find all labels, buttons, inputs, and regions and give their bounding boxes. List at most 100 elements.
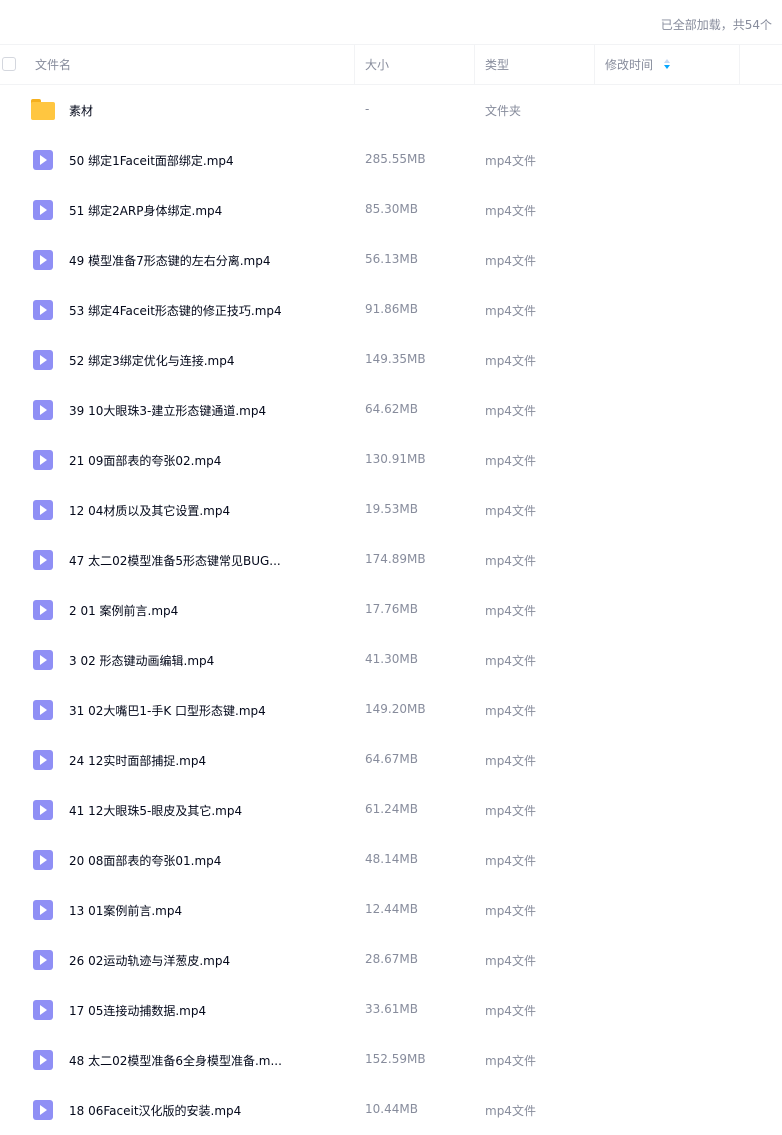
file-name[interactable]: 47 太二02模型准备5形态键常见BUG... [69,552,281,569]
file-size: - [365,102,370,116]
file-size: 61.24MB [365,802,418,816]
file-name[interactable]: 13 01案例前言.mp4 [69,902,182,919]
file-size: 149.35MB [365,352,426,366]
load-status-text: 已全部加载，共54个 [660,18,772,32]
file-size: 91.86MB [365,302,418,316]
file-name[interactable]: 50 绑定1Faceit面部绑定.mp4 [69,152,234,169]
file-name[interactable]: 3 02 形态键动画编辑.mp4 [69,652,214,669]
column-header-size[interactable]: 大小 [365,45,389,85]
file-row[interactable]: 24 12实时面部捕捉.mp4 64.67MB mp4文件 [0,735,782,785]
file-row[interactable]: 18 06Faceit汉化版的安装.mp4 10.44MB mp4文件 [0,1085,782,1135]
file-name[interactable]: 26 02运动轨迹与洋葱皮.mp4 [69,952,230,969]
file-row[interactable]: 48 太二02模型准备6全身模型准备.m... 152.59MB mp4文件 [0,1035,782,1085]
file-size: 174.89MB [365,552,426,566]
file-type: mp4文件 [485,954,536,968]
file-type: mp4文件 [485,854,536,868]
file-row[interactable]: 49 模型准备7形态键的左右分离.mp4 56.13MB mp4文件 [0,235,782,285]
file-size: 152.59MB [365,1052,426,1066]
file-row[interactable]: 2 01 案例前言.mp4 17.76MB mp4文件 [0,585,782,635]
video-file-icon [33,900,53,920]
file-name[interactable]: 53 绑定4Faceit形态键的修正技巧.mp4 [69,302,282,319]
file-name[interactable]: 49 模型准备7形态键的左右分离.mp4 [69,252,270,269]
file-row[interactable]: 53 绑定4Faceit形态键的修正技巧.mp4 91.86MB mp4文件 [0,285,782,335]
file-name[interactable]: 2 01 案例前言.mp4 [69,602,178,619]
file-row[interactable]: 20 08面部表的夸张01.mp4 48.14MB mp4文件 [0,835,782,885]
file-type: mp4文件 [485,704,536,718]
video-file-icon [33,1100,53,1120]
video-file-icon [33,1000,53,1020]
video-file-icon [33,150,53,170]
file-row[interactable]: 51 绑定2ARP身体绑定.mp4 85.30MB mp4文件 [0,185,782,235]
file-row[interactable]: 3 02 形态键动画编辑.mp4 41.30MB mp4文件 [0,635,782,685]
file-type: mp4文件 [485,154,536,168]
video-file-icon [33,600,53,620]
file-name[interactable]: 51 绑定2ARP身体绑定.mp4 [69,202,222,219]
file-name[interactable]: 20 08面部表的夸张01.mp4 [69,852,221,869]
file-row[interactable]: 41 12大眼珠5-眼皮及其它.mp4 61.24MB mp4文件 [0,785,782,835]
file-row[interactable]: 52 绑定3绑定优化与连接.mp4 149.35MB mp4文件 [0,335,782,385]
column-divider[interactable] [474,45,475,85]
file-size: 64.62MB [365,402,418,416]
file-row[interactable]: 39 10大眼珠3-建立形态键通道.mp4 64.62MB mp4文件 [0,385,782,435]
file-row[interactable]: 12 04材质以及其它设置.mp4 19.53MB mp4文件 [0,485,782,535]
file-type: mp4文件 [485,254,536,268]
file-size: 10.44MB [365,1102,418,1116]
file-size: 85.30MB [365,202,418,216]
file-name[interactable]: 48 太二02模型准备6全身模型准备.m... [69,1052,282,1069]
file-type: mp4文件 [485,454,536,468]
file-size: 28.67MB [365,952,418,966]
file-type: mp4文件 [485,1054,536,1068]
file-name[interactable]: 12 04材质以及其它设置.mp4 [69,502,230,519]
video-file-icon [33,700,53,720]
file-row[interactable]: 26 02运动轨迹与洋葱皮.mp4 28.67MB mp4文件 [0,935,782,985]
file-row[interactable]: 47 太二02模型准备5形态键常见BUG... 174.89MB mp4文件 [0,535,782,585]
column-divider[interactable] [739,45,740,85]
file-type: mp4文件 [485,304,536,318]
file-name[interactable]: 41 12大眼珠5-眼皮及其它.mp4 [69,802,242,819]
file-type: 文件夹 [485,104,522,118]
file-list: 素材 - 文件夹 50 绑定1Faceit面部绑定.mp4 285.55MB mp4文件 5… [0,85,782,1135]
column-header-type[interactable]: 类型 [485,45,509,85]
file-type: mp4文件 [485,504,536,518]
column-divider[interactable] [354,45,355,85]
file-row[interactable]: 17 05连接动捕数据.mp4 33.61MB mp4文件 [0,985,782,1035]
file-size: 130.91MB [365,452,426,466]
file-size: 19.53MB [365,502,418,516]
video-file-icon [33,450,53,470]
column-header-name[interactable]: 文件名 [35,45,71,85]
file-name[interactable]: 21 09面部表的夸张02.mp4 [69,452,221,469]
file-type: mp4文件 [485,904,536,918]
video-file-icon [33,350,53,370]
file-name[interactable]: 17 05连接动捕数据.mp4 [69,1002,206,1019]
file-row[interactable]: 13 01案例前言.mp4 12.44MB mp4文件 [0,885,782,935]
file-name[interactable]: 素材 [69,102,93,119]
video-file-icon [33,800,53,820]
column-divider[interactable] [594,45,595,85]
select-all-checkbox[interactable] [2,57,16,71]
file-size: 64.67MB [365,752,418,766]
file-type: mp4文件 [485,1004,536,1018]
file-size: 17.76MB [365,602,418,616]
file-size: 12.44MB [365,902,418,916]
file-size: 41.30MB [365,652,418,666]
file-name[interactable]: 39 10大眼珠3-建立形态键通道.mp4 [69,402,266,419]
file-size: 33.61MB [365,1002,418,1016]
video-file-icon [33,200,53,220]
video-file-icon [33,750,53,770]
file-type: mp4文件 [485,204,536,218]
file-name[interactable]: 18 06Faceit汉化版的安装.mp4 [69,1102,241,1119]
video-file-icon [33,400,53,420]
video-file-icon [33,850,53,870]
sort-icon[interactable] [663,59,671,71]
file-name[interactable]: 24 12实时面部捕捉.mp4 [69,752,206,769]
file-size: 56.13MB [365,252,418,266]
file-row[interactable]: 50 绑定1Faceit面部绑定.mp4 285.55MB mp4文件 [0,135,782,185]
file-row[interactable]: 素材 - 文件夹 [0,85,782,135]
file-size: 48.14MB [365,852,418,866]
file-row[interactable]: 31 02大嘴巴1-手K 口型形态键.mp4 149.20MB mp4文件 [0,685,782,735]
file-type: mp4文件 [485,554,536,568]
file-row[interactable]: 21 09面部表的夸张02.mp4 130.91MB mp4文件 [0,435,782,485]
file-name[interactable]: 52 绑定3绑定优化与连接.mp4 [69,352,234,369]
file-name[interactable]: 31 02大嘴巴1-手K 口型形态键.mp4 [69,702,266,719]
column-header-modified[interactable]: 修改时间 [605,45,653,85]
